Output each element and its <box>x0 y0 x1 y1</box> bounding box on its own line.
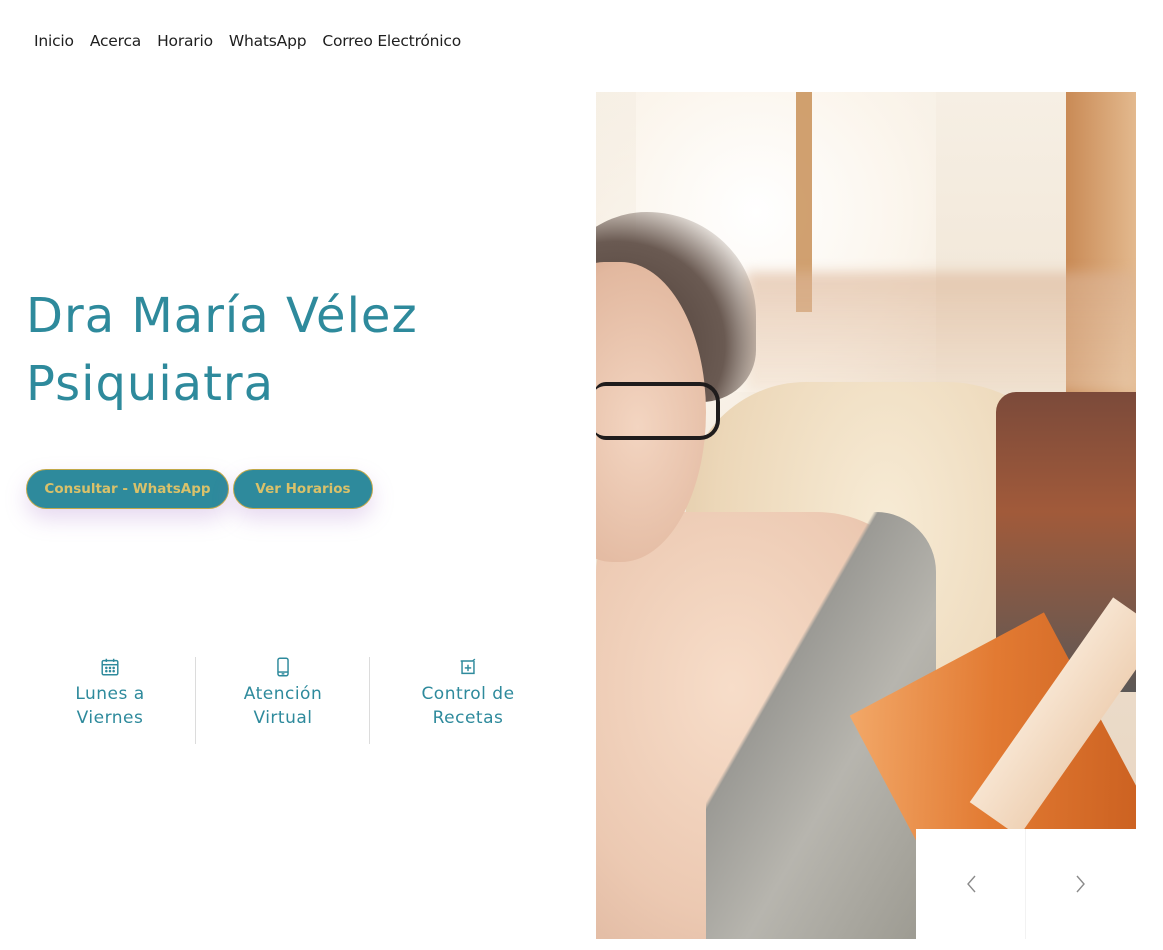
hero-title: Dra María Vélez Psiquiatra <box>26 282 418 418</box>
feature-virtual: Atención Virtual <box>213 656 353 744</box>
feature-prescriptions: Control de Recetas <box>390 656 546 744</box>
prescription-icon <box>460 658 476 675</box>
hero-title-name: Dra María Vélez <box>26 288 418 344</box>
nav-link-whatsapp[interactable]: WhatsApp <box>221 30 314 52</box>
nav-link-acerca[interactable]: Acerca <box>82 30 149 52</box>
feature-schedule-label: Lunes a Viernes <box>75 684 145 728</box>
hero-title-profession: Psiquiatra <box>26 356 275 412</box>
feature-divider <box>195 657 196 744</box>
consult-whatsapp-button[interactable]: Consultar - WhatsApp <box>26 469 229 509</box>
chevron-left-icon <box>967 875 976 893</box>
nav-link-horario[interactable]: Horario <box>149 30 221 52</box>
chevron-right-icon <box>1076 875 1085 893</box>
feature-virtual-label: Atención Virtual <box>243 684 323 728</box>
calendar-icon <box>101 658 119 676</box>
feature-prescriptions-label: Control de Recetas <box>421 684 515 728</box>
hero-photo <box>596 92 1136 939</box>
feature-schedule: Lunes a Viernes <box>40 656 180 744</box>
carousel-next-button[interactable] <box>1026 829 1136 939</box>
main-nav: Inicio Acerca Horario WhatsApp Correo El… <box>26 30 469 52</box>
nav-link-correo[interactable]: Correo Electrónico <box>314 30 469 52</box>
carousel-prev-button[interactable] <box>916 829 1026 939</box>
mobile-phone-icon <box>277 657 289 677</box>
view-schedule-button[interactable]: Ver Horarios <box>233 469 373 509</box>
feature-divider <box>369 657 370 744</box>
nav-link-inicio[interactable]: Inicio <box>26 30 82 52</box>
